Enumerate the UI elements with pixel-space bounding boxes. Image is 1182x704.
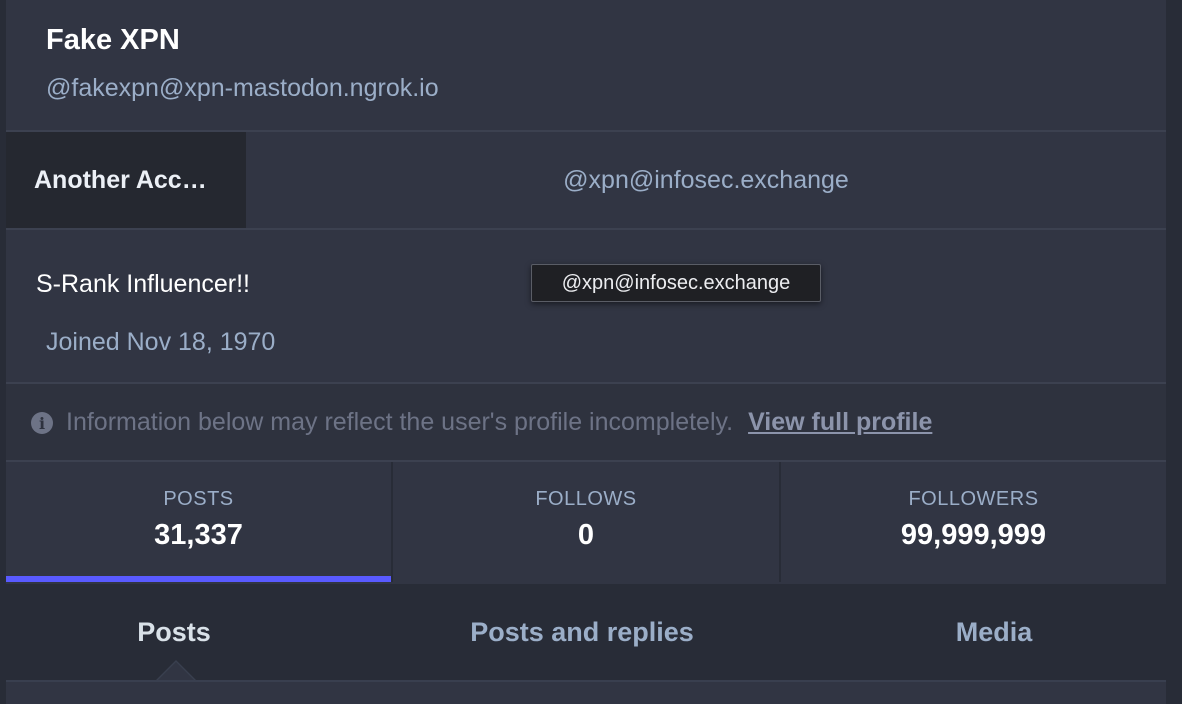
counter-label: POSTS	[163, 488, 234, 510]
info-circle-icon: i	[31, 412, 53, 434]
counter-followers[interactable]: FOLLOWERS 99,999,999	[781, 462, 1166, 582]
counter-value: 99,999,999	[900, 519, 1047, 551]
counter-value: 0	[577, 519, 595, 551]
tab-media[interactable]: Media	[822, 584, 1166, 680]
tab-label: Posts	[137, 616, 211, 647]
notice-message: Information below may reflect the user's…	[66, 408, 932, 437]
display-name: Fake XPN	[46, 24, 180, 56]
tab-label: Media	[955, 616, 1033, 647]
active-counter-indicator	[6, 576, 391, 582]
counter-posts[interactable]: POSTS 31,337	[6, 462, 391, 582]
active-tab-caret	[156, 660, 196, 680]
account-panel: Fake XPN @fakexpn@xpn-mastodon.ngrok.io …	[6, 0, 1166, 704]
view-full-profile-link[interactable]: View full profile	[748, 408, 932, 436]
tooltip: @xpn@infosec.exchange	[531, 264, 821, 302]
profile-field-link[interactable]: @xpn@infosec.exchange	[563, 166, 849, 195]
profile-field-value[interactable]: @xpn@infosec.exchange	[246, 132, 1166, 228]
account-handle: @fakexpn@xpn-mastodon.ngrok.io	[46, 74, 439, 102]
notice-text: Information below may reflect the user's…	[66, 408, 734, 436]
counter-label: FOLLOWS	[535, 488, 637, 510]
bio-text: S-Rank Influencer!!	[36, 270, 250, 298]
profile-field-name: Another Acc…	[6, 132, 246, 228]
timeline-area	[6, 680, 1166, 704]
account-tabs: Posts Posts and replies Media	[6, 584, 1166, 680]
profile-field: Another Acc… @xpn@infosec.exchange	[6, 132, 1166, 228]
counter-follows[interactable]: FOLLOWS 0	[393, 462, 779, 582]
scroll-gutter	[1166, 0, 1182, 702]
joined-date: Joined Nov 18, 1970	[46, 328, 276, 356]
account-counters: POSTS 31,337 FOLLOWS 0 FOLLOWERS 99,999,…	[6, 462, 1166, 582]
divider	[6, 228, 1166, 230]
tab-label: Posts and replies	[470, 616, 694, 647]
counter-label: FOLLOWERS	[908, 488, 1039, 510]
account-header: Fake XPN @fakexpn@xpn-mastodon.ngrok.io	[6, 0, 1166, 130]
tab-posts-and-replies[interactable]: Posts and replies	[342, 584, 822, 680]
incomplete-profile-notice: i Information below may reflect the user…	[6, 384, 1166, 460]
counter-value: 31,337	[154, 519, 243, 551]
